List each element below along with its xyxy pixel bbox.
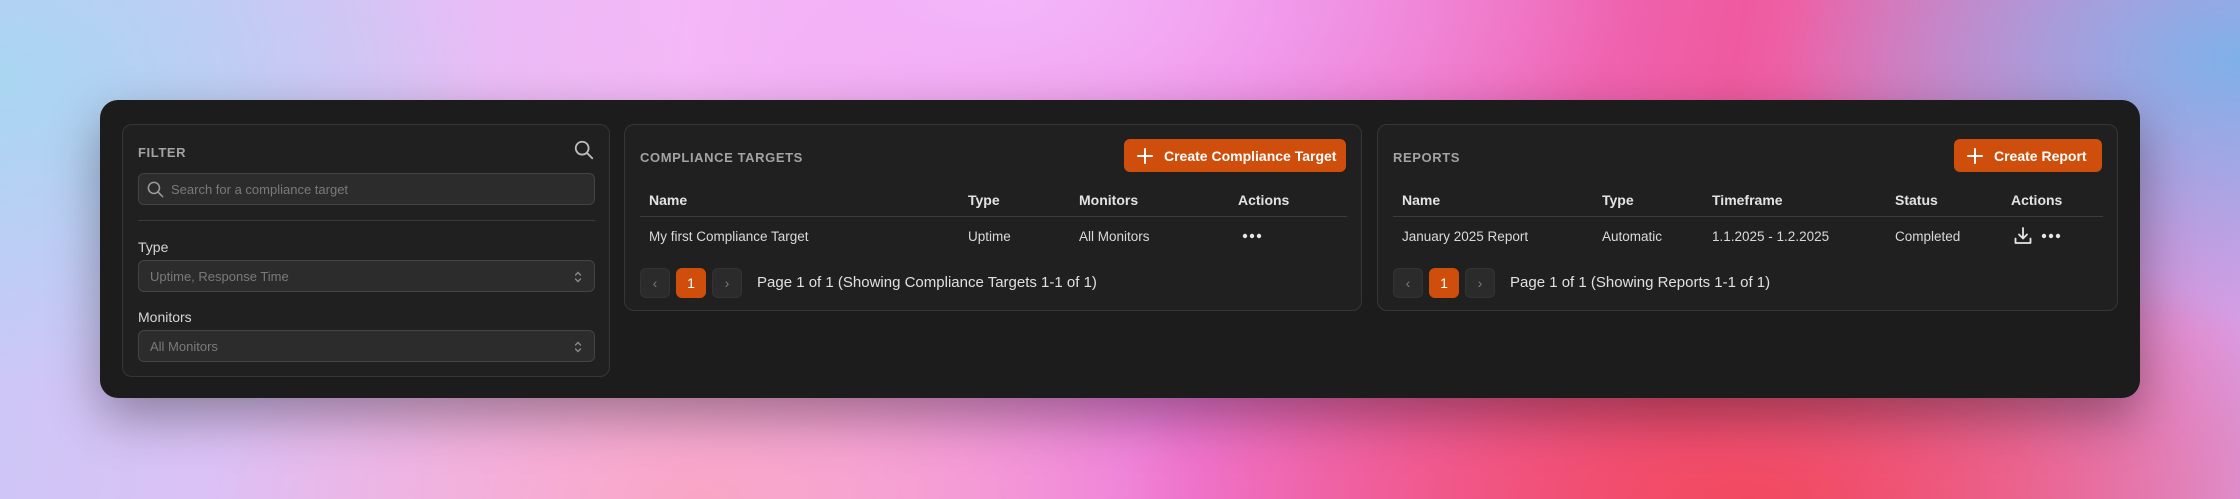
type-select[interactable]: Uptime, Response Time <box>138 260 595 292</box>
column-header-name[interactable]: Name <box>1402 192 1440 208</box>
column-header-actions: Actions <box>2011 192 2063 208</box>
create-report-label: Create Report <box>1994 147 2087 164</box>
search-placeholder: Search for a compliance target <box>171 181 349 197</box>
cell-type: Automatic <box>1602 229 1663 244</box>
more-dots-icon[interactable] <box>2040 232 2062 240</box>
pagination-current-page[interactable]: 1 <box>676 268 706 298</box>
column-header-status[interactable]: Status <box>1895 192 1938 208</box>
filter-divider <box>138 220 595 221</box>
type-select-value: Uptime, Response Time <box>150 268 289 284</box>
plus-icon <box>1137 147 1153 164</box>
monitors-select[interactable]: All Monitors <box>138 330 595 362</box>
create-report-button[interactable]: Create Report <box>1954 139 2102 172</box>
app-window: FILTER Search for a compliance target Ty… <box>100 100 2140 398</box>
column-header-timeframe[interactable]: Timeframe <box>1712 192 1783 208</box>
cell-name: My first Compliance Target <box>649 229 809 244</box>
monitors-select-value: All Monitors <box>150 338 218 354</box>
table-header-divider <box>640 216 1347 217</box>
column-header-monitors[interactable]: Monitors <box>1079 192 1138 208</box>
cell-timeframe: 1.1.2025 - 1.2.2025 <box>1712 229 1830 244</box>
compliance-targets-panel: COMPLIANCE TARGETS Create Compliance Tar… <box>624 124 1362 311</box>
filter-title: FILTER <box>138 145 187 160</box>
plus-icon <box>1967 147 1983 164</box>
compliance-targets-title: COMPLIANCE TARGETS <box>640 150 803 165</box>
reports-title: REPORTS <box>1393 150 1461 165</box>
create-compliance-target-label: Create Compliance Target <box>1164 147 1337 164</box>
pagination-text: Page 1 of 1 (Showing Compliance Targets … <box>757 274 1097 291</box>
pagination-current-page[interactable]: 1 <box>1429 268 1459 298</box>
type-label: Type <box>138 239 169 255</box>
pagination-prev-button[interactable]: ‹ <box>640 268 670 298</box>
magnifier-icon <box>147 181 164 198</box>
monitors-label: Monitors <box>138 309 192 325</box>
search-icon[interactable] <box>573 139 595 161</box>
pagination-text: Page 1 of 1 (Showing Reports 1-1 of 1) <box>1510 274 1771 291</box>
create-compliance-target-button[interactable]: Create Compliance Target <box>1124 139 1346 172</box>
reports-panel: REPORTS Create Report Name Type Timefram… <box>1377 124 2118 311</box>
column-header-type[interactable]: Type <box>1602 192 1634 208</box>
chevron-updown-icon <box>574 341 582 353</box>
column-header-name[interactable]: Name <box>649 192 687 208</box>
cell-type: Uptime <box>968 229 1011 244</box>
cell-monitors: All Monitors <box>1079 229 1150 244</box>
table-header-divider <box>1393 216 2103 217</box>
more-dots-icon[interactable] <box>1241 232 1263 240</box>
download-icon[interactable] <box>2013 226 2033 246</box>
cell-status: Completed <box>1895 229 1961 244</box>
column-header-actions: Actions <box>1238 192 1290 208</box>
chevron-updown-icon <box>574 271 582 283</box>
column-header-type[interactable]: Type <box>968 192 1000 208</box>
pagination-next-button[interactable]: › <box>1465 268 1495 298</box>
search-input[interactable]: Search for a compliance target <box>138 173 595 205</box>
filter-panel: FILTER Search for a compliance target Ty… <box>122 124 610 377</box>
pagination-next-button[interactable]: › <box>712 268 742 298</box>
cell-name: January 2025 Report <box>1402 229 1529 244</box>
pagination-prev-button[interactable]: ‹ <box>1393 268 1423 298</box>
